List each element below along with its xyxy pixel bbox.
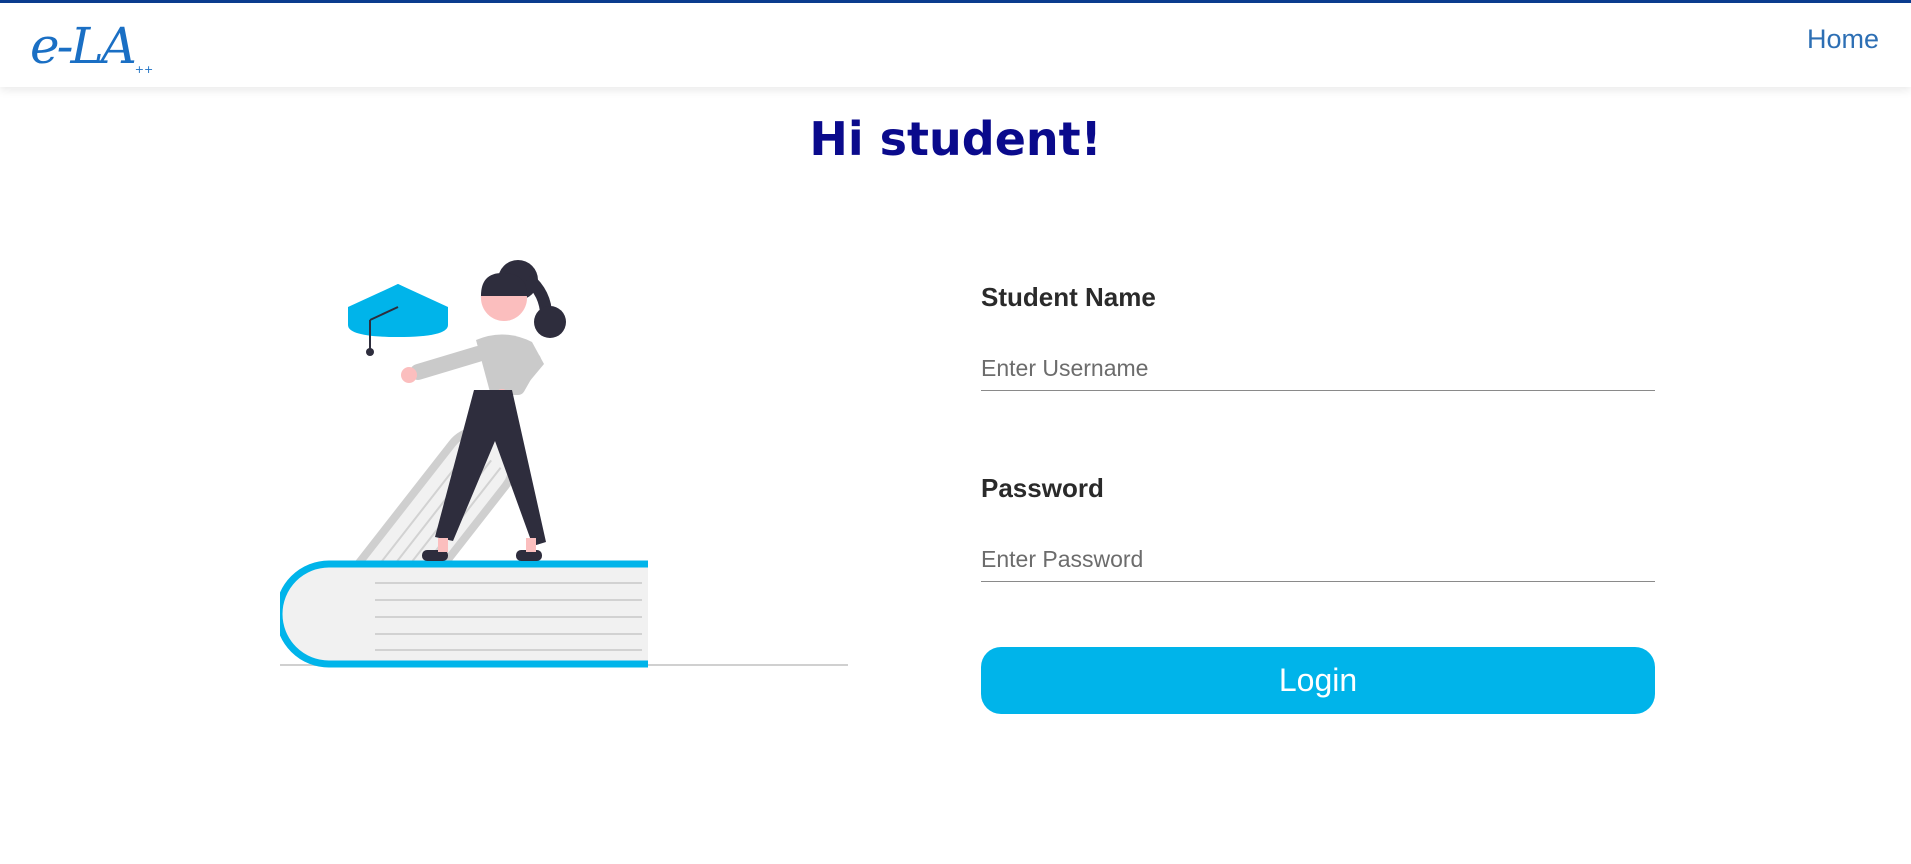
graduation-cap-icon (348, 284, 448, 356)
username-label: Student Name (981, 282, 1156, 312)
student-on-books-illustration (280, 260, 848, 668)
lying-book-icon (280, 560, 648, 668)
home-link[interactable]: Home (1807, 24, 1879, 55)
login-button[interactable]: Login (981, 647, 1655, 714)
username-input[interactable] (981, 346, 1655, 391)
logo[interactable]: e-LA++ (30, 16, 153, 76)
password-label: Password (981, 473, 1104, 503)
navbar: e-LA++ Home (0, 3, 1911, 87)
page-title: Hi student! (809, 112, 1102, 166)
logo-text: e-LA (30, 17, 137, 75)
logo-superscript: ++ (134, 63, 154, 76)
password-input[interactable] (981, 537, 1655, 582)
